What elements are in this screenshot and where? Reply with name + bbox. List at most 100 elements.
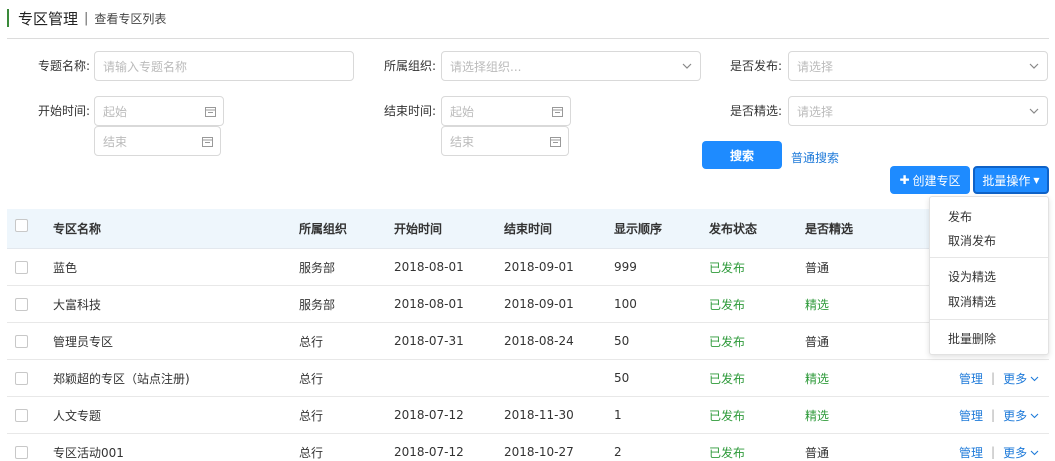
start-time-from-input[interactable]: 起始 xyxy=(94,96,224,126)
row-start: 2018-08-01 xyxy=(394,260,464,274)
row-status: 已发布 xyxy=(709,260,746,275)
row-status: 已发布 xyxy=(709,371,746,386)
row-featured: 精选 xyxy=(805,408,830,423)
manage-link[interactable]: 管理 xyxy=(959,370,983,387)
chevron-down-icon xyxy=(674,63,700,69)
published-label: 是否发布: xyxy=(729,59,782,73)
row-org: 服务部 xyxy=(299,297,336,312)
end-time-to-input[interactable]: 结束 xyxy=(441,126,569,156)
row-checkbox[interactable] xyxy=(15,446,28,459)
chevron-down-icon xyxy=(1021,108,1047,114)
calendar-icon xyxy=(542,136,568,147)
action-separator: | xyxy=(991,371,996,385)
table-row: 郑颖超的专区（站点注册) 总行 50 已发布 精选 管理 | 更多 xyxy=(7,360,1049,397)
row-featured: 普通 xyxy=(805,334,830,349)
row-end: 2018-09-01 xyxy=(504,297,574,311)
row-checkbox[interactable] xyxy=(15,335,28,348)
row-checkbox[interactable] xyxy=(15,372,28,385)
featured-placeholder: 请选择 xyxy=(797,104,834,119)
select-all-checkbox[interactable] xyxy=(15,219,28,232)
table-row: 大富科技 服务部 2018-08-01 2018-09-01 100 已发布 精… xyxy=(7,286,1049,323)
topic-name-input[interactable]: 请输入专题名称 xyxy=(94,51,354,81)
row-name: 管理员专区 xyxy=(53,334,114,349)
table-row: 管理员专区 总行 2018-07-31 2018-08-24 50 已发布 普通 xyxy=(7,323,1049,360)
row-featured: 普通 xyxy=(805,445,830,460)
row-order: 100 xyxy=(614,297,637,311)
table-header: 专区名称 所属组织 开始时间 结束时间 显示顺序 发布状态 是否精选 xyxy=(7,209,1049,249)
topic-name-label: 专题名称: xyxy=(37,59,90,73)
row-end: 2018-08-24 xyxy=(504,334,574,348)
row-start: 2018-07-12 xyxy=(394,408,464,422)
more-link[interactable]: 更多 xyxy=(1003,370,1027,387)
col-status: 发布状态 xyxy=(709,222,758,236)
start-time-from-placeholder: 起始 xyxy=(103,104,128,119)
row-checkbox[interactable] xyxy=(15,298,28,311)
featured-select[interactable]: 请选择 xyxy=(788,96,1048,126)
menu-divider xyxy=(930,257,1048,258)
menu-item-batch-delete[interactable]: 批量删除 xyxy=(948,330,996,347)
menu-item-publish[interactable]: 发布 xyxy=(948,208,972,225)
row-status: 已发布 xyxy=(709,334,746,349)
plus-icon: ✚ xyxy=(899,173,910,187)
menu-item-unpublish[interactable]: 取消发布 xyxy=(948,232,996,249)
page-header: 专区管理 | 查看专区列表 xyxy=(7,8,166,28)
table-row: 蓝色 服务部 2018-08-01 2018-09-01 999 已发布 普通 xyxy=(7,249,1049,286)
row-end: 2018-11-30 xyxy=(504,408,574,422)
row-featured: 精选 xyxy=(805,371,830,386)
col-end: 结束时间 xyxy=(504,222,553,236)
page-title: 专区管理 xyxy=(18,9,79,28)
search-button[interactable]: 搜索 xyxy=(702,141,782,169)
normal-search-link[interactable]: 普通搜索 xyxy=(791,149,839,166)
create-zone-button[interactable]: ✚ 创建专区 xyxy=(890,166,970,194)
col-org: 所属组织 xyxy=(299,222,348,236)
menu-item-set-featured[interactable]: 设为精选 xyxy=(948,268,996,285)
org-placeholder: 请选择组织... xyxy=(450,59,522,74)
row-start: 2018-08-01 xyxy=(394,297,464,311)
row-org: 总行 xyxy=(299,445,324,460)
start-time-label: 开始时间: xyxy=(37,104,90,118)
more-link[interactable]: 更多 xyxy=(1003,444,1027,461)
row-status: 已发布 xyxy=(709,445,746,460)
col-featured: 是否精选 xyxy=(805,222,854,236)
col-name: 专区名称 xyxy=(53,222,102,236)
calendar-icon xyxy=(197,106,223,117)
batch-operation-menu: 发布 取消发布 设为精选 取消精选 批量删除 xyxy=(929,196,1049,355)
row-featured: 精选 xyxy=(805,297,830,312)
row-name: 郑颖超的专区（站点注册) xyxy=(53,371,190,386)
row-org: 总行 xyxy=(299,408,324,423)
header-divider xyxy=(7,38,1049,39)
chevron-down-icon xyxy=(1030,445,1039,459)
action-separator: | xyxy=(991,445,996,459)
end-time-from-input[interactable]: 起始 xyxy=(441,96,571,126)
menu-item-unset-featured[interactable]: 取消精选 xyxy=(948,293,996,310)
table-row: 人文专题 总行 2018-07-12 2018-11-30 1 已发布 精选 管… xyxy=(7,397,1049,434)
more-link[interactable]: 更多 xyxy=(1003,407,1027,424)
published-select[interactable]: 请选择 xyxy=(788,51,1048,81)
manage-link[interactable]: 管理 xyxy=(959,444,983,461)
menu-divider xyxy=(930,319,1048,320)
batch-operation-button[interactable]: 批量操作 ▼ xyxy=(973,166,1049,194)
row-actions: 管理 | 更多 xyxy=(959,434,1039,461)
topic-name-placeholder: 请输入专题名称 xyxy=(103,59,188,74)
start-time-to-placeholder: 结束 xyxy=(103,134,128,149)
row-actions: 管理 | 更多 xyxy=(959,397,1039,433)
chevron-down-icon xyxy=(1021,63,1047,69)
org-label: 所属组织: xyxy=(383,59,436,73)
end-time-from-placeholder: 起始 xyxy=(450,104,475,119)
org-select[interactable]: 请选择组织... xyxy=(441,51,701,81)
row-status: 已发布 xyxy=(709,408,746,423)
header-separator: | xyxy=(84,10,89,26)
row-checkbox[interactable] xyxy=(15,261,28,274)
col-start: 开始时间 xyxy=(394,222,443,236)
search-button-label: 搜索 xyxy=(729,148,754,163)
manage-link[interactable]: 管理 xyxy=(959,407,983,424)
action-separator: | xyxy=(991,408,996,422)
row-order: 999 xyxy=(614,260,637,274)
start-time-to-input[interactable]: 结束 xyxy=(94,126,221,156)
row-checkbox[interactable] xyxy=(15,409,28,422)
row-order: 2 xyxy=(614,445,622,459)
row-actions: 管理 | 更多 xyxy=(959,360,1039,396)
row-name: 人文专题 xyxy=(53,408,102,423)
row-status: 已发布 xyxy=(709,297,746,312)
chevron-down-icon xyxy=(1030,371,1039,385)
